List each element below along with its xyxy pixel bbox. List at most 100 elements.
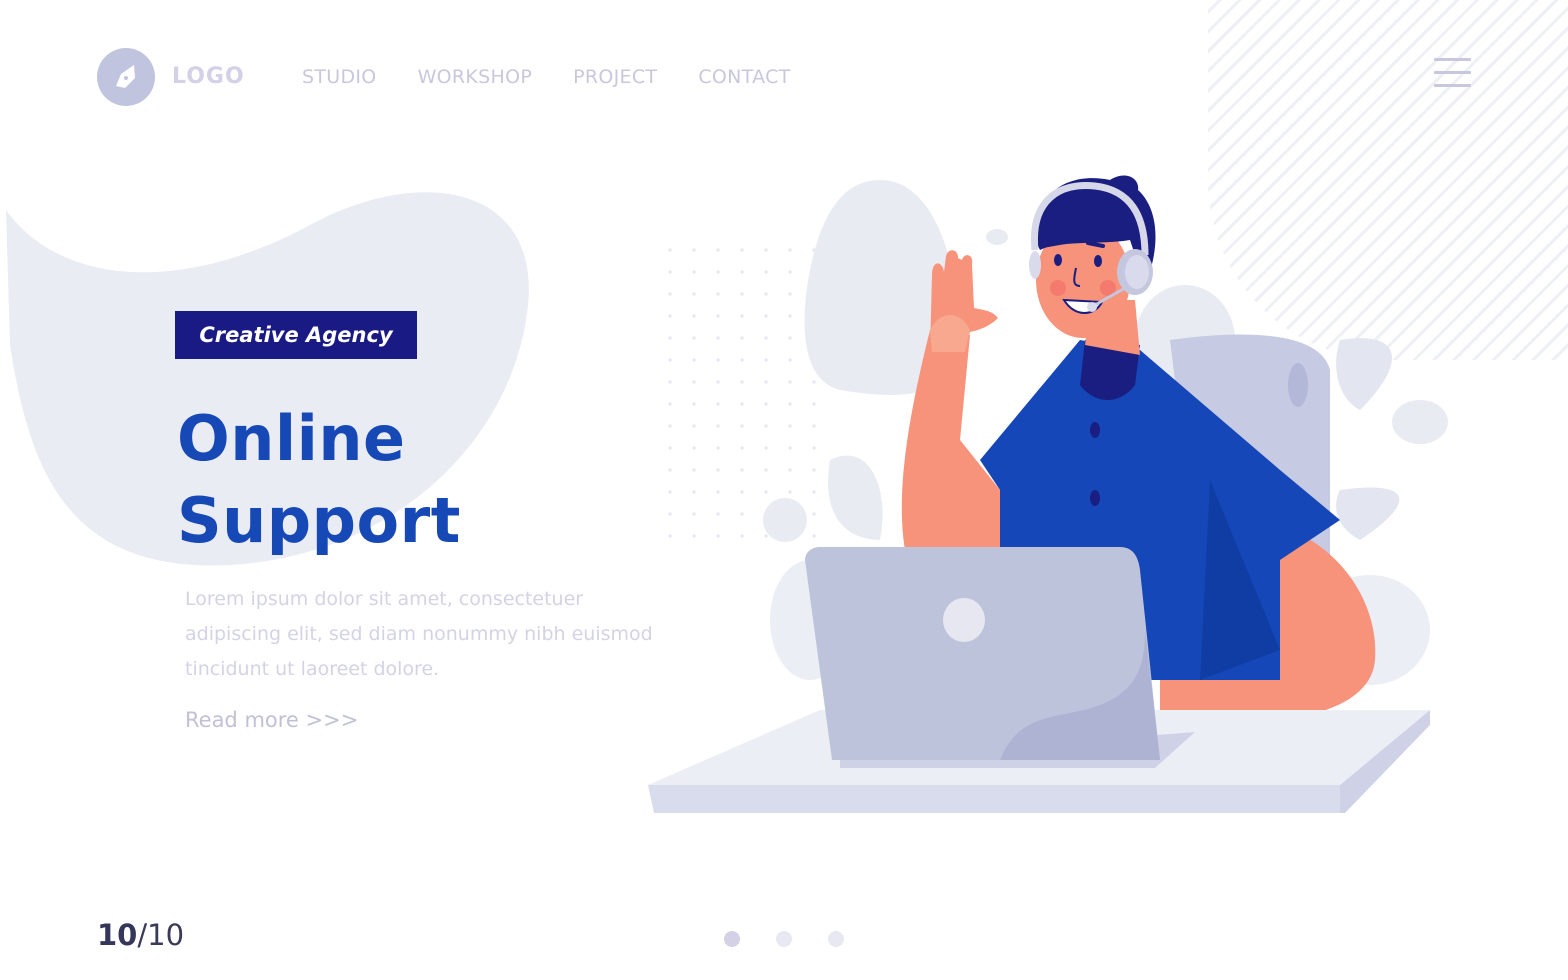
slide-dot-3[interactable]: [828, 931, 844, 947]
desk-front: [648, 785, 1340, 813]
grid-dot: [716, 270, 720, 274]
grid-dot: [764, 380, 768, 384]
dot-grid-decoration: [668, 248, 816, 538]
grid-dot: [788, 446, 792, 450]
grid-dot: [740, 490, 744, 494]
grid-dot: [692, 490, 696, 494]
grid-dot: [764, 534, 768, 538]
grid-dot: [740, 512, 744, 516]
grid-dot: [668, 534, 672, 538]
grid-dot: [668, 270, 672, 274]
hero-title-line2: Support: [177, 484, 461, 557]
grid-dot: [716, 446, 720, 450]
hamburger-menu-icon[interactable]: [1434, 58, 1471, 92]
grid-dot: [740, 248, 744, 252]
grid-dot: [668, 446, 672, 450]
slide-pagination: [724, 931, 844, 947]
grid-dot: [764, 424, 768, 428]
bg-leaf-right: [1336, 338, 1393, 410]
grid-dot: [692, 468, 696, 472]
grid-dot: [716, 534, 720, 538]
grid-dot: [812, 424, 816, 428]
grid-dot: [692, 314, 696, 318]
logo-badge[interactable]: [97, 48, 155, 106]
menu-bar: [1434, 84, 1471, 87]
grid-dot: [740, 270, 744, 274]
grid-dot: [788, 402, 792, 406]
menu-bar: [1434, 71, 1471, 74]
grid-dot: [740, 358, 744, 362]
main-nav: STUDIO WORKSHOP PROJECT CONTACT: [302, 66, 791, 88]
slide-total: 10: [147, 918, 185, 952]
grid-dot: [692, 424, 696, 428]
hero-title: Online Support: [177, 398, 461, 562]
grid-dot: [692, 270, 696, 274]
grid-dot: [812, 446, 816, 450]
laptop-logo: [943, 598, 985, 642]
bg-leaf: [828, 455, 883, 540]
grid-dot: [740, 336, 744, 340]
grid-dot: [812, 380, 816, 384]
grid-dot: [716, 380, 720, 384]
support-agent-illustration: [648, 175, 1448, 813]
grid-dot: [692, 402, 696, 406]
logo-text[interactable]: LOGO: [172, 64, 245, 89]
read-more-link[interactable]: Read more >>>: [185, 708, 358, 732]
grid-dot: [692, 446, 696, 450]
grid-dot: [716, 248, 720, 252]
nav-project[interactable]: PROJECT: [573, 66, 657, 88]
grid-dot: [668, 336, 672, 340]
nav-workshop[interactable]: WORKSHOP: [418, 66, 533, 88]
grid-dot: [764, 248, 768, 252]
grid-dot: [764, 336, 768, 340]
grid-dot: [692, 336, 696, 340]
grid-dot: [668, 358, 672, 362]
grid-dot: [692, 292, 696, 296]
grid-dot: [668, 512, 672, 516]
bg-blob: [986, 229, 1008, 245]
grid-dot: [716, 336, 720, 340]
grid-dot: [788, 468, 792, 472]
grid-dot: [788, 358, 792, 362]
grid-dot: [668, 468, 672, 472]
slide-dot-1[interactable]: [724, 931, 740, 947]
grid-dot: [668, 314, 672, 318]
grid-dot: [740, 314, 744, 318]
grid-dot: [812, 512, 816, 516]
grid-dot: [716, 424, 720, 428]
slide-separator: /: [137, 918, 148, 952]
slide-dot-2[interactable]: [776, 931, 792, 947]
nav-contact[interactable]: CONTACT: [698, 66, 790, 88]
grid-dot: [692, 380, 696, 384]
grid-dot: [668, 248, 672, 252]
grid-dot: [812, 402, 816, 406]
grid-dot: [764, 446, 768, 450]
bg-blob: [763, 498, 807, 542]
grid-dot: [692, 512, 696, 516]
nav-studio[interactable]: STUDIO: [302, 66, 377, 88]
grid-dot: [764, 490, 768, 494]
grid-dot: [740, 446, 744, 450]
grid-dot: [788, 424, 792, 428]
grid-dot: [716, 512, 720, 516]
grid-dot: [668, 380, 672, 384]
grid-dot: [812, 490, 816, 494]
grid-dot: [812, 534, 816, 538]
grid-dot: [740, 424, 744, 428]
grid-dot: [788, 314, 792, 318]
grid-dot: [740, 468, 744, 472]
bg-blob: [1392, 400, 1448, 444]
grid-dot: [740, 402, 744, 406]
grid-dot: [788, 336, 792, 340]
hero-description: Lorem ipsum dolor sit amet, consectetuer…: [185, 588, 653, 680]
category-badge: Creative Agency: [175, 311, 417, 359]
grid-dot: [788, 380, 792, 384]
hero-title-line1: Online: [177, 402, 406, 475]
slide-counter: 10/10: [97, 918, 184, 952]
grid-dot: [740, 380, 744, 384]
grid-dot: [668, 490, 672, 494]
grid-dot: [764, 270, 768, 274]
grid-dot: [668, 292, 672, 296]
grid-dot: [716, 292, 720, 296]
grid-dot: [692, 248, 696, 252]
